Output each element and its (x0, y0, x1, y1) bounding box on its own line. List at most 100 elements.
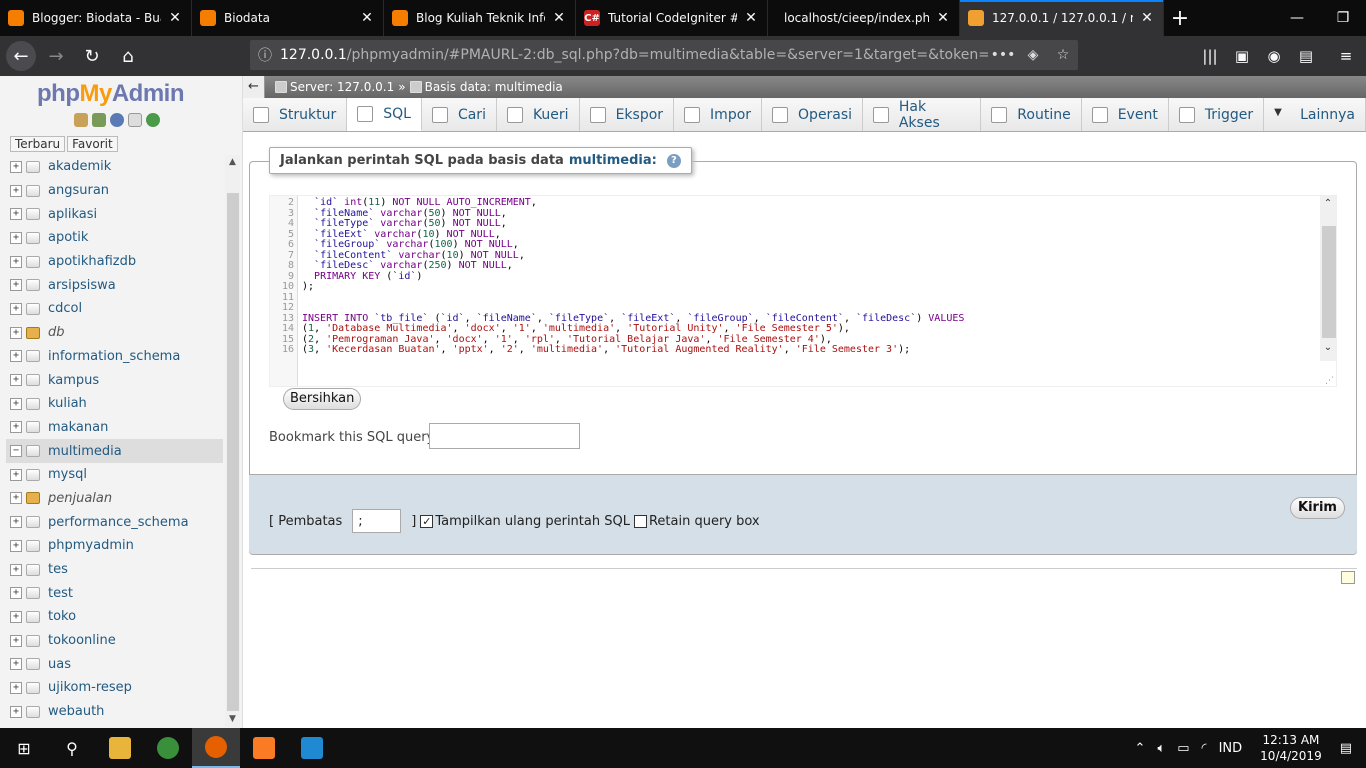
sidebar-item-information_schema[interactable]: + information_schema (6, 345, 223, 369)
url-bar[interactable]: ⓘ 127.0.0.1/phpmyadmin/#PMAURL-2:db_sql.… (250, 40, 1078, 70)
browser-tab[interactable]: 127.0.0.1 / 127.0.0.1 / mul ✕ (960, 0, 1164, 36)
scroll-down-icon[interactable]: ▼ (225, 712, 240, 727)
expand-icon[interactable]: + (10, 468, 22, 481)
sidebar-item-mysql[interactable]: + mysql (6, 463, 223, 487)
resize-grip-icon[interactable]: ⋰ (1325, 376, 1334, 386)
expand-icon[interactable]: + (10, 350, 22, 363)
close-tab-icon[interactable]: ✕ (167, 10, 183, 26)
sidebar-toggle-icon[interactable]: ▣ (1226, 40, 1258, 72)
sidebar-item-webauth[interactable]: + webauth (6, 700, 223, 724)
info-icon[interactable]: ⓘ (250, 45, 280, 65)
sidebar-item-ujikom-resep[interactable]: + ujikom-resep (6, 676, 223, 700)
file-explorer-icon[interactable] (96, 728, 144, 768)
expand-icon[interactable]: + (10, 231, 22, 244)
minimize-button[interactable]: — (1274, 0, 1320, 36)
collapse-sidebar-icon[interactable]: ← (243, 76, 265, 98)
account-icon[interactable]: ◉ (1258, 40, 1290, 72)
new-tab-button[interactable]: + (1164, 0, 1196, 36)
close-tab-icon[interactable]: ✕ (1139, 10, 1155, 26)
sidebar-item-aplikasi[interactable]: + aplikasi (6, 202, 223, 226)
firefox-icon[interactable] (192, 728, 240, 768)
sidebar-item-tes[interactable]: + tes (6, 558, 223, 582)
show-again-checkbox[interactable]: ✓ (420, 514, 434, 528)
sidebar-item-apotik[interactable]: + apotik (6, 226, 223, 250)
bookmark-star-icon[interactable]: ☆ (1048, 47, 1078, 63)
search-icon[interactable]: ⚲ (48, 728, 96, 768)
chevron-up-icon[interactable]: ⌃ (1135, 741, 1146, 756)
sidebar-item-penjualan[interactable]: + penjualan (6, 487, 223, 511)
tab-cari[interactable]: Cari (421, 98, 497, 131)
sidebar-item-test[interactable]: + test (6, 581, 223, 605)
delimiter-input[interactable]: ; (352, 509, 402, 533)
refresh-icon[interactable] (146, 113, 160, 127)
tab-sql[interactable]: SQL (347, 98, 422, 131)
notifications-icon[interactable]: ▤ (1340, 741, 1352, 756)
editor-scroll-down-icon[interactable]: ⌄ (1320, 342, 1336, 353)
code-line[interactable]: ); (302, 281, 314, 293)
sidebar-item-multimedia[interactable]: − multimedia (6, 439, 223, 463)
sidebar-item-performance_schema[interactable]: + performance_schema (6, 510, 223, 534)
logout-icon[interactable] (92, 113, 106, 127)
help-icon[interactable]: ? (666, 153, 681, 168)
expand-icon[interactable]: + (10, 208, 22, 221)
docs-icon[interactable] (128, 113, 142, 127)
expand-icon[interactable]: + (10, 705, 22, 718)
sidebar-item-akademik[interactable]: + akademik (6, 155, 223, 179)
expand-icon[interactable]: + (10, 255, 22, 268)
tab-routine[interactable]: Routine (981, 98, 1082, 131)
sidebar-scrollbar-thumb[interactable] (227, 193, 239, 711)
show-again-label[interactable]: Tampilkan ulang perintah SQL (435, 514, 630, 529)
tab-operasi[interactable]: Operasi (762, 98, 864, 131)
expand-icon[interactable]: + (10, 516, 22, 529)
library-icon[interactable]: ||| (1194, 40, 1226, 72)
expand-icon[interactable]: + (10, 492, 22, 505)
language-indicator[interactable]: IND (1219, 741, 1243, 756)
tab-hak-akses[interactable]: Hak Akses (863, 98, 982, 131)
collapse-icon[interactable]: − (10, 445, 22, 458)
tab-event[interactable]: Event (1081, 98, 1169, 131)
extension-icon[interactable]: ▤ (1290, 40, 1322, 72)
tab-favorites[interactable]: Favorit (67, 136, 118, 152)
tab-impor[interactable]: Impor (674, 98, 763, 131)
expand-icon[interactable]: + (10, 160, 22, 173)
editor-scrollbar-thumb[interactable] (1322, 226, 1336, 338)
sidebar-item-toko[interactable]: + toko (6, 605, 223, 629)
breadcrumb-database[interactable]: Basis data: multimedia (425, 80, 563, 94)
start-icon[interactable]: ⊞ (0, 728, 48, 768)
expand-icon[interactable]: + (10, 326, 22, 339)
sidebar-item-cdcol[interactable]: + cdcol (6, 297, 223, 321)
code-line[interactable]: PRIMARY KEY (`id`) (302, 271, 422, 283)
console-icon[interactable] (1341, 571, 1355, 584)
tab-struktur[interactable]: Struktur (243, 98, 348, 131)
close-tab-icon[interactable]: ✕ (359, 10, 375, 26)
close-tab-icon[interactable]: ✕ (935, 10, 951, 26)
sidebar-item-db[interactable]: + db (6, 321, 223, 345)
expand-icon[interactable]: + (10, 184, 22, 197)
sidebar-item-uas[interactable]: + uas (6, 652, 223, 676)
expand-icon[interactable]: + (10, 279, 22, 292)
expand-icon[interactable]: + (10, 681, 22, 694)
battery-icon[interactable]: ▭ (1177, 741, 1189, 756)
sidebar-item-kampus[interactable]: + kampus (6, 368, 223, 392)
tab-recent[interactable]: Terbaru (10, 136, 66, 152)
url-text[interactable]: 127.0.0.1/phpmyadmin/#PMAURL-2:db_sql.ph… (280, 47, 988, 63)
pocket-icon[interactable]: ◈ (1018, 47, 1048, 63)
phpmyadmin-logo[interactable]: phpMyAdmin (37, 80, 185, 108)
expand-icon[interactable]: + (10, 302, 22, 315)
retain-box-checkbox[interactable] (633, 514, 647, 528)
sidebar-item-apotikhafizdb[interactable]: + apotikhafizdb (6, 250, 223, 274)
expand-icon[interactable]: + (10, 374, 22, 387)
breadcrumb-server[interactable]: Server: 127.0.0.1 (290, 80, 394, 94)
sidebar-item-kuliah[interactable]: + kuliah (6, 392, 223, 416)
expand-icon[interactable]: + (10, 421, 22, 434)
clear-button[interactable]: Bersihkan (283, 388, 362, 410)
browser-tab[interactable]: Biodata ✕ (192, 0, 384, 36)
close-tab-icon[interactable]: ✕ (551, 10, 567, 26)
help-icon[interactable] (110, 113, 124, 127)
expand-icon[interactable]: + (10, 397, 22, 410)
sidebar-item-tokoonline[interactable]: + tokoonline (6, 629, 223, 653)
reload-button[interactable]: ↻ (76, 40, 108, 72)
wifi-icon[interactable]: ◜ (1202, 741, 1207, 756)
forward-button[interactable]: → (40, 40, 72, 72)
maps-icon[interactable] (144, 728, 192, 768)
